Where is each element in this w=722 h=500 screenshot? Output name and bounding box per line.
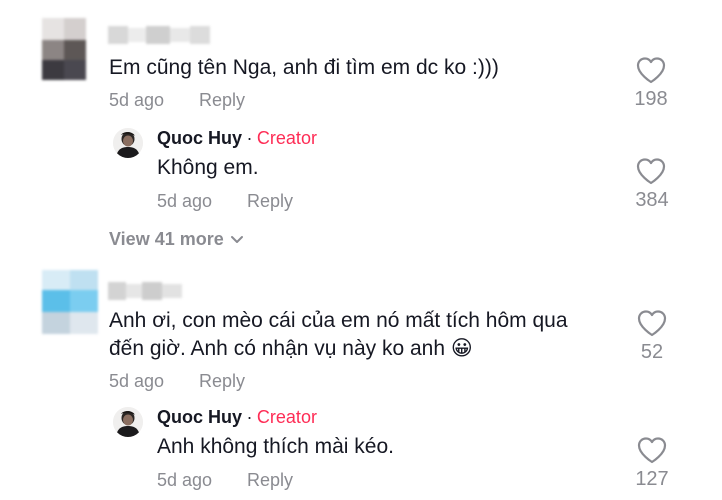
blurred-avatar[interactable] <box>42 270 98 334</box>
comment-text-line-1: Anh ơi, con mèo cái của em nó mất tích h… <box>109 309 568 332</box>
heart-outline-icon <box>636 158 666 185</box>
like-button[interactable] <box>636 157 666 185</box>
like-button[interactable] <box>637 309 667 337</box>
heart-outline-icon <box>637 310 667 337</box>
comment-text: Em cũng tên Nga, anh đi tìm em dc ko :))… <box>109 56 499 79</box>
separator-dot: · <box>246 407 253 427</box>
blurred-username[interactable] <box>108 282 182 300</box>
reply-text: Anh không thích mài kéo. <box>157 435 394 458</box>
reply-time: 5d ago <box>157 470 213 490</box>
reply-button[interactable]: Reply <box>199 371 245 392</box>
reply-text: Không em. <box>157 156 259 179</box>
like-count: 127 <box>635 468 669 490</box>
creator-avatar-image <box>113 128 143 158</box>
chevron-down-icon <box>230 235 243 243</box>
heart-outline-icon <box>636 57 666 84</box>
reply-time: 5d ago <box>157 191 213 211</box>
creator-avatar[interactable] <box>113 128 143 158</box>
heart-outline-icon <box>637 437 667 464</box>
reply-header: Quoc Huy · Creator <box>157 128 317 149</box>
reply-button[interactable]: Reply <box>199 90 245 111</box>
creator-name[interactable]: Quoc Huy <box>157 407 242 427</box>
reply-button[interactable]: Reply <box>247 191 293 212</box>
like-count: 198 <box>634 88 668 110</box>
blurred-username[interactable] <box>108 26 210 44</box>
like-count: 384 <box>635 189 669 211</box>
view-more-label: View 41 more <box>109 229 224 249</box>
like-button[interactable] <box>637 436 667 464</box>
like-count: 52 <box>640 341 664 363</box>
view-more-replies[interactable]: View 41 more <box>109 229 244 250</box>
comment-text-line-2: đến giờ. Anh có nhận vụ này ko anh 😀 <box>109 337 473 360</box>
like-button[interactable] <box>636 56 666 84</box>
blurred-avatar[interactable] <box>42 18 86 80</box>
reply-button[interactable]: Reply <box>247 470 293 491</box>
reply-header: Quoc Huy · Creator <box>157 407 317 428</box>
comment-time: 5d ago <box>109 371 165 391</box>
creator-name[interactable]: Quoc Huy <box>157 128 242 148</box>
comment-time: 5d ago <box>109 90 165 110</box>
creator-avatar[interactable] <box>113 407 143 437</box>
separator-dot: · <box>246 128 253 148</box>
creator-badge: Creator <box>256 407 317 427</box>
creator-badge: Creator <box>256 128 317 148</box>
creator-avatar-image <box>113 407 143 437</box>
